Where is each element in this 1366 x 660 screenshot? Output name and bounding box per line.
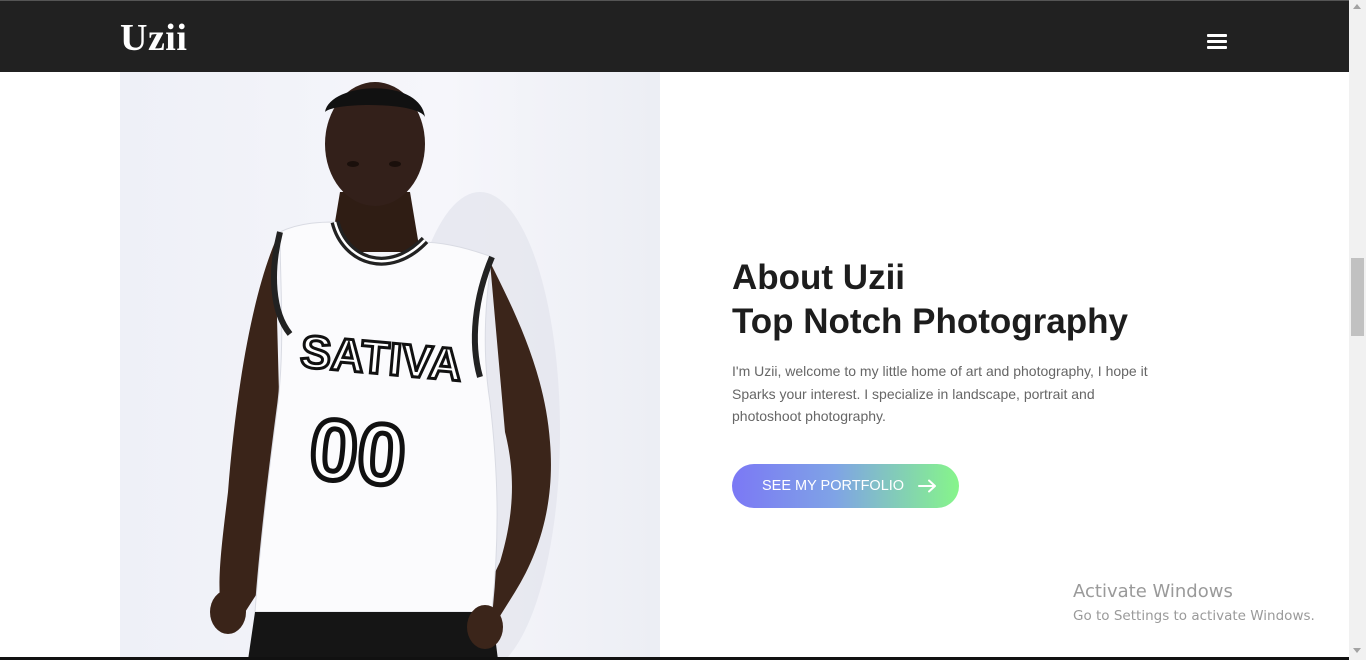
- site-logo[interactable]: Uzii: [120, 19, 187, 57]
- intro-paragraph: I'm Uzii, welcome to my little home of a…: [732, 363, 1148, 424]
- title-line-1: About Uzii: [732, 258, 906, 297]
- vertical-scrollbar[interactable]: [1349, 0, 1366, 660]
- arrow-right-icon: [918, 479, 938, 493]
- watermark-title: Activate Windows: [1073, 581, 1233, 602]
- cta-label: SEE MY PORTFOLIO: [762, 478, 905, 494]
- menu-bar: [1207, 34, 1227, 37]
- page-title: About Uzii Top Notch Photography: [732, 256, 1128, 344]
- jersey-number: 00: [306, 401, 410, 505]
- menu-bar: [1207, 40, 1227, 43]
- navbar: Uzii: [0, 0, 1349, 72]
- portrait-photo: SATIVA 00: [120, 72, 660, 660]
- watermark-subtitle: Go to Settings to activate Windows.: [1073, 608, 1315, 624]
- title-line-2: Top Notch Photography: [732, 302, 1128, 341]
- scroll-up-icon[interactable]: [1353, 4, 1361, 9]
- menu-bar: [1207, 46, 1227, 49]
- hamburger-menu-icon[interactable]: [1202, 27, 1232, 57]
- see-portfolio-button[interactable]: SEE MY PORTFOLIO: [732, 464, 959, 508]
- scrollbar-thumb[interactable]: [1351, 258, 1364, 336]
- scroll-down-icon[interactable]: [1353, 648, 1361, 653]
- windows-activation-watermark: Activate Windows Go to Settings to activ…: [1073, 580, 1315, 626]
